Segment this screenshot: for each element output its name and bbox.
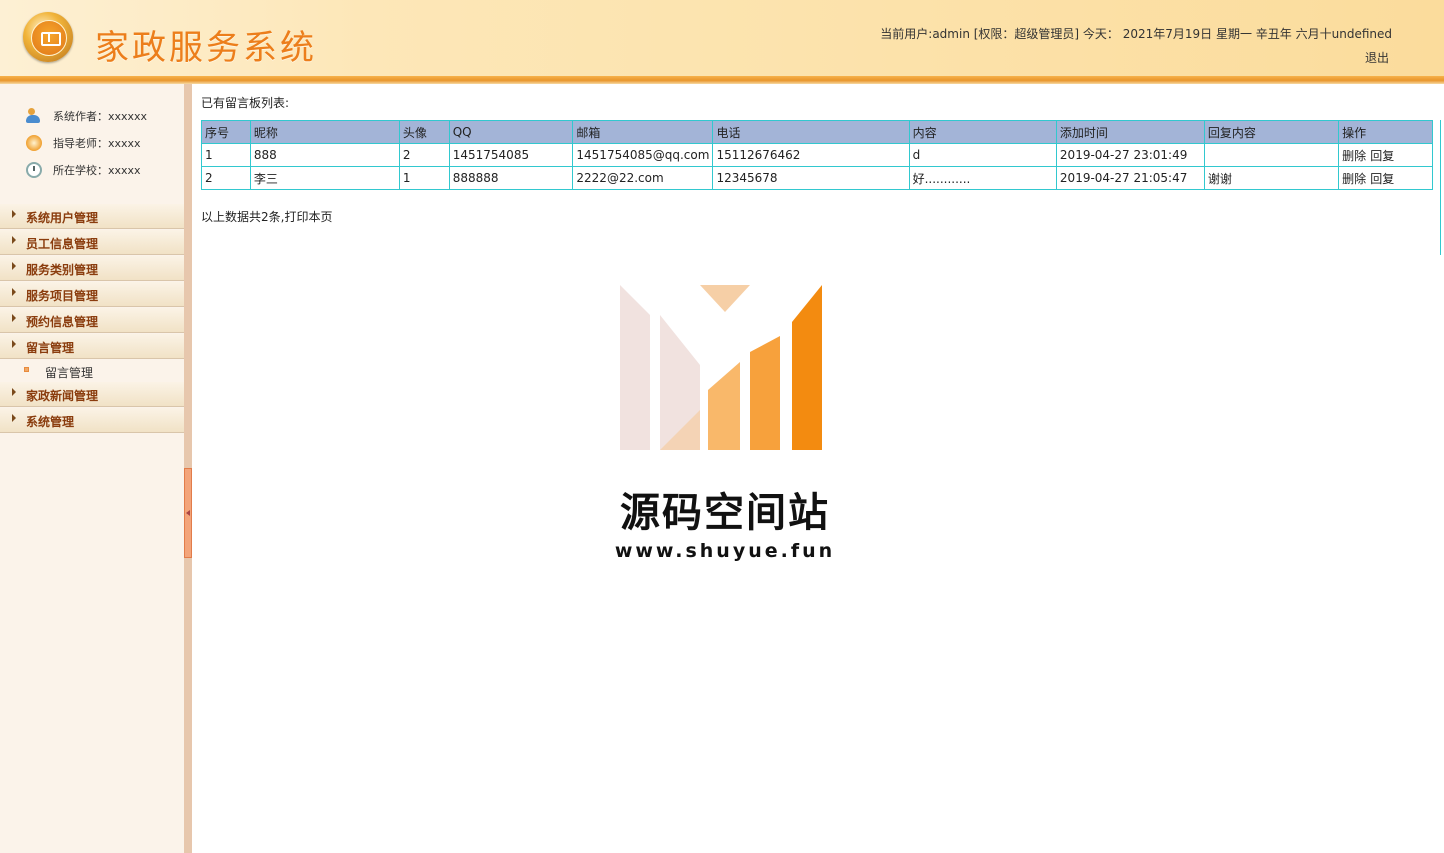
cell-reply: 谢谢 [1203,166,1340,190]
chevron-right-icon [12,210,16,218]
summary-text: 以上数据共2条, [201,210,285,224]
collapse-sidebar-handle[interactable] [184,468,192,558]
menu-service-items[interactable]: 服务项目管理 [0,282,184,307]
watermark-url: www.shuyue.fun [614,540,836,562]
menu-booking-info[interactable]: 预约信息管理 [0,308,184,333]
menu-label: 预约信息管理 [26,315,99,329]
school-label: 所在学校：xxxxx [53,164,141,177]
list-title: 已有留言板列表: [201,96,290,110]
cell-phone: 15112676462 [712,143,910,167]
column-header: 电话 [712,120,910,144]
clock-icon [26,162,42,178]
delete-link[interactable]: 删除 [1342,149,1366,163]
app-title: 家政服务系统 [95,28,317,68]
chevron-right-icon [12,314,16,322]
cell-avatar: 1 [398,166,450,190]
cell-qq: 1451754085 [448,143,574,167]
cell-phone: 12345678 [712,166,910,190]
column-header: 操作 [1338,120,1433,144]
chevron-right-icon [12,388,16,396]
teacher-icon [26,135,42,151]
menu-system-users[interactable]: 系统用户管理 [0,204,184,229]
school-info: 所在学校：xxxxx [26,162,141,178]
menu-staff-info[interactable]: 员工信息管理 [0,230,184,255]
column-header: 内容 [908,120,1057,144]
column-header: QQ [448,120,574,144]
menu-label: 家政新闻管理 [26,389,99,403]
frame-border [1440,120,1441,255]
table-header-row: 序号 昵称 头像 QQ 邮箱 电话 内容 添加时间 回复内容 操作 [201,120,1433,144]
menu-service-category[interactable]: 服务类别管理 [0,256,184,281]
cell-email: 1451754085@qq.com [572,143,714,167]
summary-line: 以上数据共2条,打印本页 [201,208,332,225]
menu-label: 服务类别管理 [26,263,99,277]
logo-icon [23,12,73,62]
menu-system-admin[interactable]: 系统管理 [0,408,184,433]
menu-label: 系统用户管理 [26,211,99,225]
column-header: 回复内容 [1203,120,1340,144]
author-info: 系统作者：xxxxxx [26,108,147,124]
menu-label: 留言管理 [26,341,75,355]
cell-avatar: 2 [398,143,450,167]
cell-content: d [908,143,1057,167]
message-table: 序号 昵称 头像 QQ 邮箱 电话 内容 添加时间 回复内容 操作 1 888 … [201,120,1433,190]
chevron-right-icon [12,262,16,270]
cell-qq: 888888 [448,166,574,190]
app-header: 家政服务系统 当前用户:admin [权限：超级管理员] 今天： 2021年7月… [0,0,1444,76]
teacher-info: 指导老师：xxxxx [26,135,141,151]
cell-time: 2019-04-27 21:05:47 [1055,166,1205,190]
cell-nickname: 李三 [249,166,400,190]
chevron-right-icon [12,288,16,296]
delete-link[interactable]: 删除 [1342,172,1366,186]
author-label: 系统作者：xxxxxx [53,110,148,123]
cell-actions: 删除 回复 [1338,166,1433,190]
cell-time: 2019-04-27 23:01:49 [1055,143,1205,167]
table-row: 2 李三 1 888888 2222@22.com 12345678 好....… [201,166,1433,190]
user-icon [26,108,42,124]
print-link[interactable]: 打印本页 [284,210,332,224]
reply-link[interactable]: 回复 [1370,149,1394,163]
menu-label: 服务项目管理 [26,289,99,303]
chevron-right-icon [12,236,16,244]
menu-messages[interactable]: 留言管理 [0,334,184,359]
watermark-logo-icon [620,285,822,450]
cell-index: 2 [201,166,251,190]
chevron-right-icon [12,414,16,422]
cell-content: 好............ [908,166,1057,190]
column-header: 头像 [398,120,450,144]
cell-reply [1203,143,1340,167]
cell-email: 2222@22.com [572,166,714,190]
submenu-messages[interactable]: 留言管理 [0,360,184,382]
sidebar: 系统作者：xxxxxx 指导老师：xxxxx 所在学校：xxxxx 系统用户管理… [0,84,184,853]
menu-label: 员工信息管理 [26,237,99,251]
column-header: 昵称 [249,120,400,144]
column-header: 邮箱 [572,120,714,144]
table-row: 1 888 2 1451754085 1451754085@qq.com 151… [201,143,1433,167]
watermark: 源码空间站 www.shuyue.fun [600,280,850,570]
watermark-text: 源码空间站 [620,490,830,536]
cell-nickname: 888 [249,143,400,167]
current-user-info: 当前用户:admin [权限：超级管理员] 今天： 2021年7月19日 星期一… [880,27,1392,41]
cell-actions: 删除 回复 [1338,143,1433,167]
logout-link[interactable]: 退出 [1365,49,1389,66]
menu-news[interactable]: 家政新闻管理 [0,382,184,407]
sidebar-menu: 系统用户管理 员工信息管理 服务类别管理 服务项目管理 预约信息管理 留言管理 … [0,204,184,434]
bullet-icon [24,367,29,372]
reply-link[interactable]: 回复 [1370,172,1394,186]
chevron-right-icon [12,340,16,348]
header-divider [0,76,1444,84]
menu-label: 系统管理 [26,415,75,429]
cell-index: 1 [201,143,251,167]
column-header: 添加时间 [1055,120,1205,144]
submenu-label: 留言管理 [45,366,94,380]
teacher-label: 指导老师：xxxxx [53,137,141,150]
column-header: 序号 [201,120,251,144]
